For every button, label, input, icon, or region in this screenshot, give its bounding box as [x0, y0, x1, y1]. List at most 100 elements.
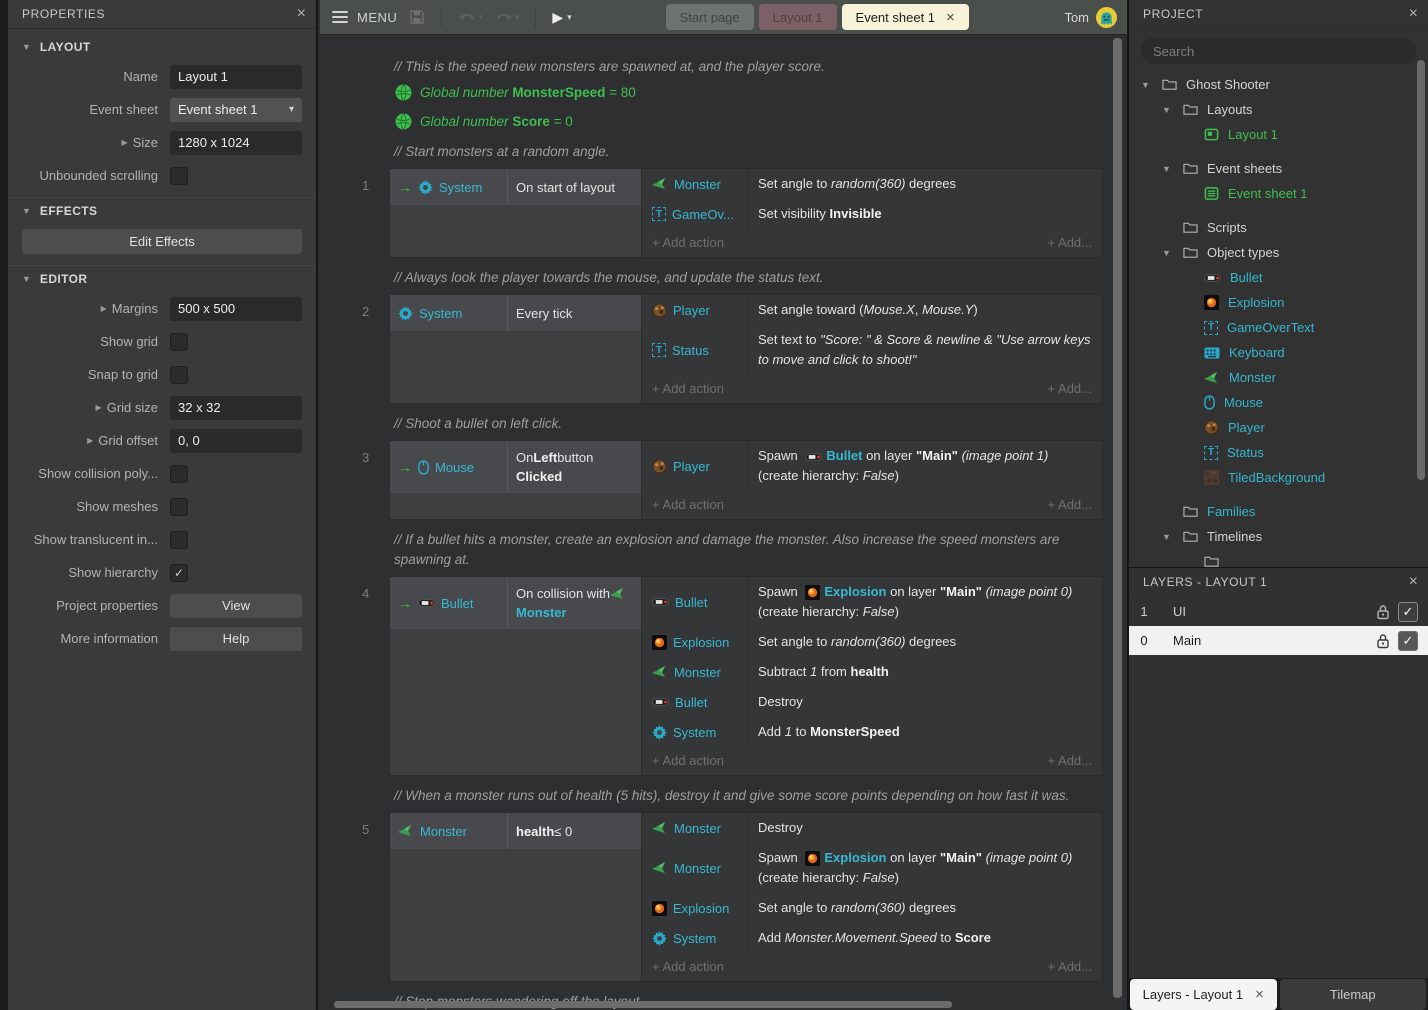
condition-text[interactable]: Every tick: [507, 295, 641, 331]
event-sheet-select[interactable]: Event sheet 1▾: [170, 98, 302, 122]
add-action-button[interactable]: + Add action: [652, 381, 724, 396]
collapse-icon[interactable]: ▼: [22, 206, 31, 216]
action-object[interactable]: Monster: [642, 169, 747, 199]
event-condition[interactable]: →BulletOn collision with Monster: [390, 577, 641, 629]
snap-to-grid-checkbox[interactable]: [170, 366, 188, 384]
action-text[interactable]: Destroy: [747, 687, 1102, 717]
redo-button[interactable]: ▾: [495, 11, 520, 23]
expander-icon[interactable]: ▶: [96, 403, 102, 412]
project-tree-item-mouse[interactable]: Mouse: [1129, 390, 1428, 415]
project-tree-item-event-sheets[interactable]: ▼Event sheets: [1129, 156, 1428, 181]
event-action[interactable]: PlayerSet angle toward (Mouse.X, Mouse.Y…: [642, 295, 1102, 325]
close-icon[interactable]: ×: [946, 9, 955, 26]
collapse-icon[interactable]: ▼: [22, 274, 31, 284]
action-text[interactable]: Set angle to random(360) degrees: [747, 169, 1102, 199]
action-text[interactable]: Subtract 1 from health: [747, 657, 1102, 687]
grid-offset-input[interactable]: [170, 429, 302, 453]
event-action[interactable]: BulletSpawn Explosion on layer "Main" (i…: [642, 577, 1102, 627]
event-comment[interactable]: // Start monsters at a random angle.: [394, 142, 1102, 162]
project-tree-item-event-sheet-1[interactable]: Event sheet 1: [1129, 181, 1428, 206]
size-input[interactable]: [170, 131, 302, 155]
undo-button[interactable]: ▾: [458, 11, 483, 23]
visibility-checkbox[interactable]: ✓: [1398, 631, 1418, 651]
action-text[interactable]: Spawn Explosion on layer "Main" (image p…: [747, 843, 1102, 893]
condition-object[interactable]: System: [390, 295, 507, 331]
event-action[interactable]: SystemAdd Monster.Movement.Speed to Scor…: [642, 923, 1102, 953]
event-comment[interactable]: // Shoot a bullet on left click.: [394, 414, 1102, 434]
tab-start-page[interactable]: Start page: [666, 4, 754, 30]
save-icon[interactable]: [409, 9, 425, 25]
event-comment[interactable]: // If a bullet hits a monster, create an…: [394, 530, 1102, 570]
undo-dropdown-icon[interactable]: ▾: [478, 12, 483, 23]
layer-row-main[interactable]: 0Main✓: [1129, 626, 1428, 655]
project-tree-item-monster[interactable]: Monster: [1129, 365, 1428, 390]
event-comment[interactable]: // When a monster runs out of health (5 …: [394, 786, 1102, 806]
condition-object[interactable]: →System: [390, 169, 507, 205]
action-object[interactable]: TStatus: [642, 325, 747, 375]
event-action[interactable]: ExplosionSet angle to random(360) degree…: [642, 893, 1102, 923]
action-text[interactable]: Set angle to random(360) degrees: [747, 627, 1102, 657]
condition-text[interactable]: On Left button Clicked: [507, 441, 641, 493]
add-action-button[interactable]: + Add action: [652, 753, 724, 768]
action-text[interactable]: Set angle to random(360) degrees: [747, 893, 1102, 923]
event-condition[interactable]: Monsterhealth ≤ 0: [390, 813, 641, 849]
show-hierarchy-checkbox[interactable]: ✓: [170, 564, 188, 582]
project-tree-item-object-types[interactable]: ▼Object types: [1129, 240, 1428, 265]
tab-layout-1[interactable]: Layout 1: [759, 4, 837, 30]
project-tree-item-timelines[interactable]: ▼Timelines: [1129, 524, 1428, 549]
expander-icon[interactable]: ▶: [122, 138, 128, 147]
action-text[interactable]: Destroy: [747, 813, 1102, 843]
redo-dropdown-icon[interactable]: ▾: [515, 12, 520, 23]
event-action[interactable]: MonsterSet angle to random(360) degrees: [642, 169, 1102, 199]
event-action[interactable]: PlayerSpawn Bullet on layer "Main" (imag…: [642, 441, 1102, 491]
close-icon[interactable]: ×: [297, 6, 306, 22]
expander-icon[interactable]: ▼: [1162, 532, 1183, 542]
project-tree-item-scripts[interactable]: Scripts: [1129, 215, 1428, 240]
event-action[interactable]: SystemAdd 1 to MonsterSpeed: [642, 717, 1102, 747]
collapse-icon[interactable]: ▼: [22, 42, 31, 52]
event-action[interactable]: BulletDestroy: [642, 687, 1102, 717]
condition-object[interactable]: Monster: [390, 813, 507, 849]
project-tree-item-layouts[interactable]: ▼Layouts: [1129, 97, 1428, 122]
condition-text[interactable]: On collision with Monster: [507, 577, 641, 629]
event-comment[interactable]: // Always look the player towards the mo…: [394, 268, 1102, 288]
global-variable[interactable]: Global number Score = 0: [395, 113, 1127, 130]
project-tree-item-ghost-shooter[interactable]: ▼Ghost Shooter: [1129, 72, 1428, 97]
project-tree-item-families[interactable]: Families: [1129, 499, 1428, 524]
expander-icon[interactable]: ▼: [1162, 248, 1183, 258]
event-condition[interactable]: →SystemOn start of layout: [390, 169, 641, 205]
expander-icon[interactable]: ▶: [87, 436, 93, 445]
add-action-button[interactable]: + Add action: [652, 235, 724, 250]
action-text[interactable]: Set visibility Invisible: [747, 199, 1102, 229]
close-icon[interactable]: ×: [1409, 574, 1418, 590]
section-effects[interactable]: ▼EFFECTS: [8, 197, 316, 224]
preview-button[interactable]: ▶ ▾: [552, 9, 571, 26]
project-tree-item-bullet[interactable]: Bullet: [1129, 265, 1428, 290]
action-object[interactable]: Explosion: [642, 627, 747, 657]
lock-icon[interactable]: [1376, 604, 1390, 620]
menu-button[interactable]: MENU: [332, 10, 397, 25]
preview-dropdown-icon[interactable]: ▾: [567, 12, 572, 23]
event-action[interactable]: TGameOv...Set visibility Invisible: [642, 199, 1102, 229]
event-sheet-vertical-scrollbar[interactable]: [1113, 38, 1122, 998]
event-condition[interactable]: →MouseOn Left button Clicked: [390, 441, 641, 493]
add-action-button[interactable]: + Add action: [652, 497, 724, 512]
action-object[interactable]: System: [642, 717, 747, 747]
action-text[interactable]: Spawn Bullet on layer "Main" (image poin…: [747, 441, 1102, 491]
unbounded-scrolling-checkbox[interactable]: [170, 167, 188, 185]
action-text[interactable]: Spawn Explosion on layer "Main" (image p…: [747, 577, 1102, 627]
expander-icon[interactable]: ▼: [1162, 105, 1183, 115]
section-layout[interactable]: ▼LAYOUT: [8, 34, 316, 60]
action-text[interactable]: Set text to "Score: " & Score & newline …: [747, 325, 1102, 375]
event-comment[interactable]: // This is the speed new monsters are sp…: [394, 57, 1102, 77]
close-icon[interactable]: ×: [1255, 986, 1264, 1003]
action-object[interactable]: Bullet: [642, 687, 747, 717]
add-action-button[interactable]: + Add action: [652, 959, 724, 974]
project-tree-item-player[interactable]: Player: [1129, 415, 1428, 440]
project-tree-item-status[interactable]: TStatus: [1129, 440, 1428, 465]
action-object[interactable]: System: [642, 923, 747, 953]
user-account-button[interactable]: Tom: [1064, 7, 1117, 28]
action-text[interactable]: Add 1 to MonsterSpeed: [747, 717, 1102, 747]
event-action[interactable]: MonsterDestroy: [642, 813, 1102, 843]
condition-object[interactable]: →Mouse: [390, 441, 507, 493]
